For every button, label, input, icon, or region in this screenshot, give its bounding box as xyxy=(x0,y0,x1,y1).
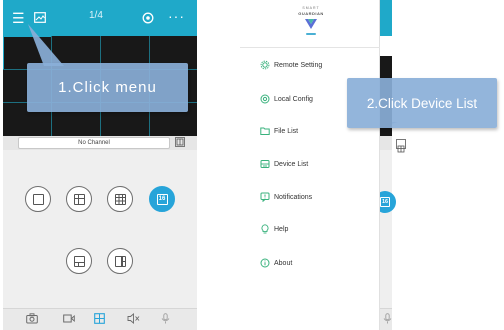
logo-mark-icon xyxy=(305,19,317,29)
more-icon[interactable]: ··· xyxy=(168,7,185,25)
drawer-divider xyxy=(240,47,380,48)
right-layout-icon[interactable] xyxy=(396,139,406,153)
sixteen-view-icon: 16 xyxy=(156,193,168,205)
split-1-button[interactable] xyxy=(25,186,51,212)
callout-step1: 1.Click menu xyxy=(27,63,188,112)
right-more-icon[interactable]: ··· xyxy=(396,7,410,19)
camera-icon[interactable] xyxy=(26,313,38,327)
top-toolbar: ☰ 1/4 ··· xyxy=(3,0,197,36)
info-icon xyxy=(260,258,270,268)
gear-icon xyxy=(260,60,270,70)
microphone-icon[interactable] xyxy=(161,313,170,327)
app-logo: SMART GUARDIAN xyxy=(289,6,333,46)
menu-item-device-list[interactable]: Device List xyxy=(248,157,376,171)
settings-icon xyxy=(260,94,270,104)
menu-item-help[interactable]: Help xyxy=(248,222,376,236)
record-icon[interactable] xyxy=(63,313,75,327)
right-screen-area xyxy=(380,36,392,56)
split-4-button[interactable] xyxy=(66,186,92,212)
logo-underline xyxy=(306,33,316,35)
mute-icon[interactable] xyxy=(127,313,140,327)
page-indicator: 1/4 xyxy=(89,10,103,21)
notification-icon xyxy=(260,192,270,202)
grid-view-icon[interactable] xyxy=(94,313,105,327)
lightbulb-icon xyxy=(260,224,270,234)
single-view-icon xyxy=(32,193,44,205)
image-icon[interactable] xyxy=(34,9,46,27)
navigation-drawer: SMART GUARDIAN Remote Setting Local Conf… xyxy=(240,0,380,330)
split-layout-a-button[interactable] xyxy=(66,248,92,274)
eye-icon[interactable] xyxy=(142,10,154,28)
menu-icon[interactable]: ☰ xyxy=(12,9,25,27)
channel-label[interactable]: No Channel xyxy=(18,137,170,149)
bottom-toolbar xyxy=(3,308,197,330)
screen-layout-icon[interactable] xyxy=(175,137,185,147)
right-channel-row xyxy=(380,136,392,150)
right-sixteen-view-icon: 16 xyxy=(380,197,390,207)
split-16-button[interactable]: 16 xyxy=(149,186,175,212)
folder-icon xyxy=(260,126,270,136)
nine-view-icon xyxy=(114,193,126,205)
tutorial-stage: ☰ 1/4 ··· No Channel 16 1.Click menu 16 … xyxy=(0,0,504,330)
right-microphone-icon[interactable] xyxy=(383,313,392,326)
menu-item-remote-setting[interactable]: Remote Setting xyxy=(248,58,376,72)
split-9-button[interactable] xyxy=(107,186,133,212)
callout-step2: 2.Click Device List xyxy=(347,78,497,128)
quad-view-icon xyxy=(73,193,85,205)
layout-a-icon xyxy=(73,255,85,267)
device-icon xyxy=(260,159,270,169)
left-phone-screen: ☰ 1/4 ··· xyxy=(3,0,197,330)
menu-item-notifications[interactable]: Notifications xyxy=(248,190,376,204)
menu-item-about[interactable]: About xyxy=(248,256,376,270)
split-layout-b-button[interactable] xyxy=(107,248,133,274)
layout-b-icon xyxy=(114,255,126,267)
